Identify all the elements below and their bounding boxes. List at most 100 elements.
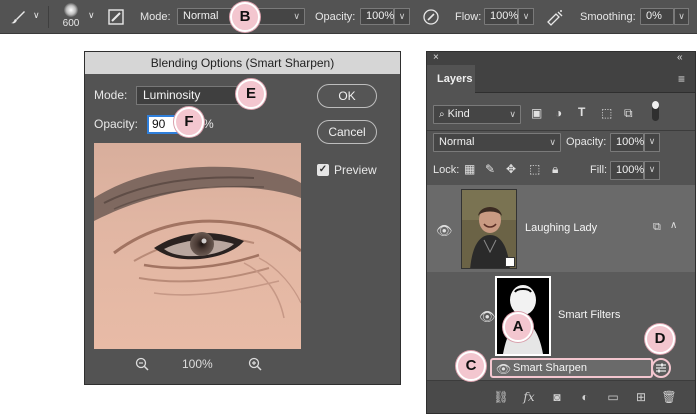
chevron-down-icon: ∨ [398, 11, 406, 21]
dialog-mode-label: Mode: [94, 88, 128, 102]
lock-all-icon[interactable]: 🔒︎ [552, 162, 558, 177]
layer-thumbnail [461, 189, 517, 269]
dialog-mode-select[interactable]: Luminosity [136, 86, 248, 105]
filter-shape-icon[interactable]: ⬚ [601, 106, 612, 120]
dialog-title: Blending Options (Smart Sharpen) [85, 52, 400, 74]
filter-type-icon[interactable]: T [578, 105, 585, 119]
lock-artboard-icon[interactable]: ⬚ [529, 162, 540, 176]
zoom-in-icon[interactable] [248, 357, 262, 374]
flow-dropdown-button[interactable]: ∨ [518, 8, 534, 25]
smart-object-badge-icon [505, 257, 515, 267]
lock-label: Lock: [433, 164, 460, 176]
pressure-opacity-icon[interactable] [422, 8, 440, 26]
lock-pixels-icon[interactable]: ✎ [485, 162, 495, 176]
zoom-level: 100% [182, 357, 213, 371]
chevron-down-icon: ∨ [648, 136, 656, 146]
layer-opacity-value: 100% [616, 136, 645, 148]
callout-c: C [456, 351, 486, 381]
options-bar: ∨ 600 ∨ Mode: Normal ∨ Opacity: 100% ∨ F… [0, 0, 697, 34]
opacity-value: 100% [366, 10, 395, 22]
callout-b: B [230, 2, 260, 32]
layer-blend-mode-select[interactable]: Normal ∨ [433, 133, 561, 152]
filter-smart-object-icon[interactable]: ⧉ [624, 106, 633, 121]
dialog-opacity-value: 90 [152, 117, 166, 131]
visibility-eye-icon[interactable]: 👁︎ [479, 309, 496, 325]
flow-field[interactable]: 100% [484, 8, 518, 25]
callout-f: F [174, 107, 204, 137]
chevron-up-icon[interactable]: ∧ [670, 220, 677, 231]
collapse-icon[interactable]: « [677, 52, 683, 63]
brush-preset-picker[interactable]: 600 [58, 3, 84, 31]
opacity-label: Opacity: [315, 11, 356, 23]
panel-menu-icon[interactable]: ≡ [678, 72, 685, 86]
smoothing-value: 0% [646, 10, 662, 22]
chevron-down-icon: ∨ [293, 11, 300, 21]
filter-pixel-icon[interactable]: ▣ [531, 106, 542, 120]
layer-name[interactable]: Laughing Lady [525, 222, 597, 234]
layer-row-laughing-lady[interactable]: 👁︎ Laughing Lady ⧉ ∧ [427, 185, 695, 272]
divider [427, 130, 695, 131]
panel-header-strip: × « [427, 52, 695, 65]
brush-settings-icon[interactable] [107, 8, 125, 26]
tab-layers[interactable]: Layers [427, 65, 475, 93]
opacity-unit: % [203, 117, 214, 131]
chevron-down-icon[interactable]: ∨ [88, 10, 95, 21]
preview-checkbox[interactable]: ✓ [317, 164, 329, 176]
link-layers-icon[interactable]: ⛓︎ [493, 389, 509, 405]
close-icon[interactable]: × [433, 52, 439, 63]
zoom-out-icon[interactable] [135, 357, 149, 374]
add-mask-icon[interactable]: ◙ [549, 389, 565, 405]
chevron-down-icon: ∨ [648, 164, 656, 174]
filter-blending-options-icon[interactable] [651, 358, 671, 378]
dialog-opacity-label: Opacity: [94, 117, 139, 131]
fill-label: Fill: [590, 164, 608, 176]
airbrush-icon[interactable] [545, 8, 565, 26]
layer-blend-mode-value: Normal [439, 136, 475, 148]
filter-toggle-switch[interactable] [652, 101, 659, 121]
new-group-icon[interactable]: ▭ [605, 389, 621, 405]
mode-label: Mode: [140, 11, 171, 23]
callout-a: A [503, 312, 533, 342]
mode-select-value: Normal [183, 10, 219, 22]
brush-tool-icon[interactable] [8, 8, 30, 26]
smart-sharpen-filter-row[interactable]: 👁︎ Smart Sharpen [490, 358, 653, 378]
search-icon: ⌕ [439, 109, 445, 120]
panel-tabs: Layers ≡ [427, 65, 695, 93]
new-layer-icon[interactable]: ⊞ [633, 389, 649, 405]
layer-opacity-field[interactable]: 100% [610, 133, 644, 152]
chevron-down-icon[interactable]: ∨ [33, 10, 40, 21]
visibility-eye-icon[interactable]: 👁︎ [436, 223, 453, 239]
filter-adjustment-icon[interactable]: ◑ [555, 106, 562, 120]
opacity-dropdown-button[interactable]: ∨ [394, 8, 410, 25]
layer-opacity-dropdown[interactable]: ∨ [644, 133, 660, 152]
smoothing-label: Smoothing: [580, 11, 636, 23]
fx-icon[interactable]: fx [521, 389, 537, 405]
chevron-down-icon: ∨ [509, 109, 516, 119]
cancel-button[interactable]: Cancel [317, 120, 377, 144]
fill-field[interactable]: 100% [610, 161, 644, 180]
filter-name: Smart Sharpen [513, 362, 587, 374]
preview-label: Preview [334, 163, 377, 177]
smart-filters-label: Smart Filters [558, 309, 621, 321]
opacity-field[interactable]: 100% [360, 8, 394, 25]
callout-e: E [236, 79, 266, 109]
ok-button[interactable]: OK [317, 84, 377, 108]
chevron-down-icon: ∨ [549, 137, 556, 147]
brush-size-value: 600 [62, 18, 80, 29]
lock-position-icon[interactable]: ✥ [506, 162, 516, 176]
layer-opacity-label: Opacity: [566, 136, 607, 148]
smart-filter-indicator-icon[interactable]: ⧉ [653, 221, 661, 234]
filter-kind-select[interactable]: ⌕ Kind ∨ [433, 105, 521, 124]
smoothing-dropdown-button[interactable]: ∨ [674, 8, 689, 25]
filter-toggle-knob [652, 101, 659, 109]
smoothing-field[interactable]: 0% [640, 8, 674, 25]
flow-value: 100% [490, 10, 519, 22]
soft-brush-icon [64, 3, 78, 17]
visibility-eye-icon[interactable]: 👁︎ [496, 361, 511, 377]
dialog-mode-value: Luminosity [143, 88, 201, 102]
filter-preview-image[interactable] [94, 143, 301, 349]
new-adjustment-icon[interactable]: ◐ [577, 389, 593, 405]
trash-icon[interactable]: 🗑︎ [661, 389, 677, 405]
lock-transparent-icon[interactable]: ▦ [464, 162, 475, 176]
fill-dropdown[interactable]: ∨ [644, 161, 660, 180]
